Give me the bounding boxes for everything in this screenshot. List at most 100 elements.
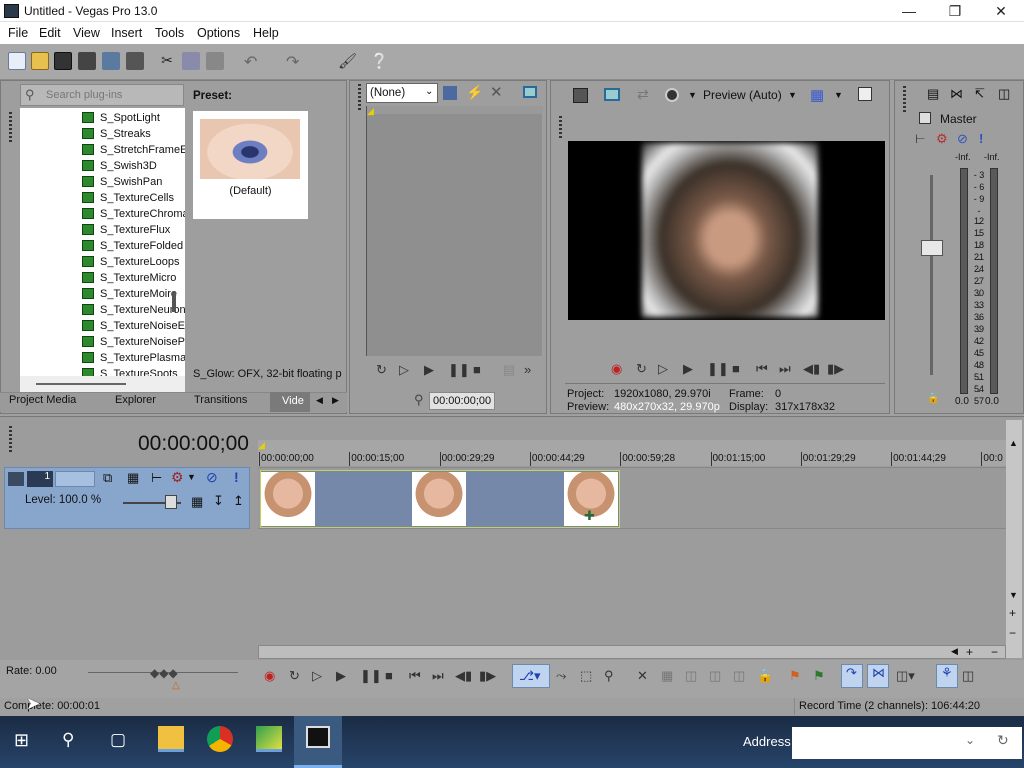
copy-icon[interactable]: [182, 52, 200, 70]
overlays-grid-icon[interactable]: ▦: [810, 86, 824, 104]
envelope-tool-icon[interactable]: ⤳: [556, 668, 566, 684]
brush-icon[interactable]: 🖌: [338, 52, 357, 70]
open-icon[interactable]: [31, 52, 49, 70]
plugin-list-item[interactable]: S_TextureNoiseEn: [82, 320, 185, 332]
fx-gear-icon[interactable]: ⚙: [936, 131, 948, 147]
plugin-list-item[interactable]: S_TextureMoire: [82, 288, 177, 300]
properties-icon[interactable]: [126, 52, 144, 70]
windows-start-icon[interactable]: ⊞: [14, 730, 29, 751]
auto-ripple-icon[interactable]: ↷: [841, 664, 863, 688]
menu-edit[interactable]: Edit: [39, 26, 61, 40]
play-from-start-icon[interactable]: ▷: [312, 668, 322, 684]
plugin-list[interactable]: S_SpotLight S_Streaks S_StretchFrameEd S_Sw…: [20, 108, 185, 376]
lock-event-icon[interactable]: 🔒: [757, 668, 773, 684]
track-minimize-icon[interactable]: [8, 472, 24, 486]
rate-slider-handle[interactable]: ◆◆◆: [150, 666, 178, 680]
split-screen-icon[interactable]: ⇄: [637, 86, 649, 103]
clear-icon[interactable]: ✕: [490, 83, 503, 101]
track-name-field[interactable]: [55, 471, 95, 487]
make-child-icon[interactable]: ↧: [213, 493, 224, 509]
master-fader-track[interactable]: [930, 175, 933, 375]
lock-icon[interactable]: 🔒: [927, 393, 939, 404]
lightning-icon[interactable]: ⚡: [466, 84, 483, 101]
go-to-start-icon[interactable]: ⏮: [409, 668, 421, 684]
refresh-icon[interactable]: ↻: [997, 732, 1009, 749]
stop-icon[interactable]: ■: [732, 361, 740, 376]
insert-marker-icon[interactable]: ⚑: [789, 668, 801, 684]
play-from-start-icon[interactable]: ▷: [399, 362, 409, 378]
tab-explorer[interactable]: Explorer: [115, 394, 156, 406]
play-from-start-icon[interactable]: ▷: [658, 361, 668, 377]
undo-icon[interactable]: ↶: [244, 52, 262, 71]
maximize-button[interactable]: ❐: [932, 0, 978, 22]
track-header[interactable]: 1 ⧉ ▦ ⊢ ⚙ ▼ ⊘ ! Level: 100.0 % ▦ ↧ ↥: [4, 467, 250, 529]
add-to-timeline-icon[interactable]: ▤: [503, 362, 515, 378]
mute-icon[interactable]: ⊘: [957, 131, 968, 147]
play-icon[interactable]: ▶: [683, 361, 693, 377]
go-to-end-icon[interactable]: ⏭: [779, 361, 791, 377]
insert-fx-icon[interactable]: ⊢: [915, 132, 925, 146]
normal-edit-tool-icon[interactable]: ⎇▾: [512, 664, 550, 688]
plugin-list-item[interactable]: S_SwishPan: [82, 176, 162, 188]
go-to-end-icon[interactable]: ⏭: [432, 668, 444, 684]
solo-icon[interactable]: !: [979, 131, 983, 146]
menu-insert[interactable]: Insert: [111, 26, 142, 40]
loop-icon[interactable]: ↻: [376, 362, 387, 378]
stop-icon[interactable]: ■: [473, 362, 481, 377]
zoom-in-icon[interactable]: +: [1009, 606, 1016, 620]
trim-start-icon[interactable]: ◫: [685, 668, 697, 684]
prev-frame-icon[interactable]: ◀▮: [455, 668, 472, 684]
trimmer-timeline[interactable]: ◢: [366, 106, 543, 356]
record-icon[interactable]: ◉: [611, 361, 622, 377]
plugin-list-item[interactable]: S_Streaks: [82, 128, 151, 140]
plugin-list-item[interactable]: S_TexturePlasma: [82, 352, 185, 364]
pause-icon[interactable]: ❚❚: [707, 361, 729, 377]
preset-thumbnail[interactable]: (Default): [193, 111, 308, 219]
play-icon[interactable]: ▶: [424, 362, 434, 378]
save-as-icon[interactable]: [78, 52, 96, 70]
paste-icon[interactable]: [206, 52, 224, 70]
close-button[interactable]: ✕: [978, 0, 1024, 22]
plugin-list-item[interactable]: S_SpotLight: [82, 112, 160, 124]
redo-icon[interactable]: ↷: [286, 52, 304, 71]
track-mute-icon[interactable]: ⊘: [206, 469, 218, 486]
pause-icon[interactable]: ❚❚: [360, 668, 382, 684]
menu-help[interactable]: Help: [253, 26, 279, 40]
panel-grip[interactable]: [358, 84, 361, 110]
downmix-icon[interactable]: ⋈: [950, 86, 963, 102]
chevron-down-icon[interactable]: ▼: [834, 90, 843, 100]
trim-icon[interactable]: ▦: [661, 668, 673, 684]
chevron-down-icon[interactable]: ⌄: [965, 733, 975, 747]
save-icon[interactable]: [54, 52, 72, 70]
next-frame-icon[interactable]: ▮▶: [479, 668, 496, 684]
plugin-list-item[interactable]: S_Swish3D: [82, 160, 157, 172]
plugin-list-item[interactable]: S_TextureChroma: [82, 208, 185, 220]
play-icon[interactable]: ▶: [336, 668, 346, 684]
zoom-out-icon[interactable]: −: [1009, 626, 1016, 640]
scroll-up-icon[interactable]: ▲: [1009, 438, 1018, 448]
loop-icon[interactable]: ↻: [289, 668, 300, 684]
compositing-icon[interactable]: ⊢: [151, 470, 162, 486]
address-input[interactable]: ⌄ ↻: [792, 727, 1022, 759]
zoom-out-h-icon[interactable]: −: [991, 645, 998, 659]
ignore-grouping-icon[interactable]: ◫: [962, 668, 974, 684]
chevron-down-icon[interactable]: ▼: [688, 90, 697, 100]
tab-transitions[interactable]: Transitions: [194, 394, 247, 406]
timeline-hscroll[interactable]: [258, 645, 1006, 659]
file-explorer-icon[interactable]: [158, 726, 184, 752]
trim-end-icon[interactable]: ◫: [709, 668, 721, 684]
plugin-list-item[interactable]: S_TextureFlux: [82, 224, 170, 236]
split-icon[interactable]: ◫: [733, 668, 745, 684]
tab-video-fx[interactable]: Vide: [270, 392, 310, 412]
monitor-icon[interactable]: [523, 86, 537, 98]
plugin-list-item[interactable]: S_TextureCells: [82, 192, 174, 204]
dim-icon[interactable]: ↸: [974, 86, 985, 102]
level-slider-handle[interactable]: [165, 495, 177, 509]
record-icon[interactable]: ◉: [264, 668, 275, 684]
new-icon[interactable]: [8, 52, 26, 70]
meter-options-icon[interactable]: ◫: [998, 86, 1010, 102]
make-parent-icon[interactable]: ↥: [233, 493, 244, 509]
tab-next-icon[interactable]: ▶: [332, 395, 339, 406]
plugin-search-box[interactable]: ⚲ Search plug-ins: [20, 84, 184, 106]
mixer-icon[interactable]: ▤: [927, 86, 939, 102]
